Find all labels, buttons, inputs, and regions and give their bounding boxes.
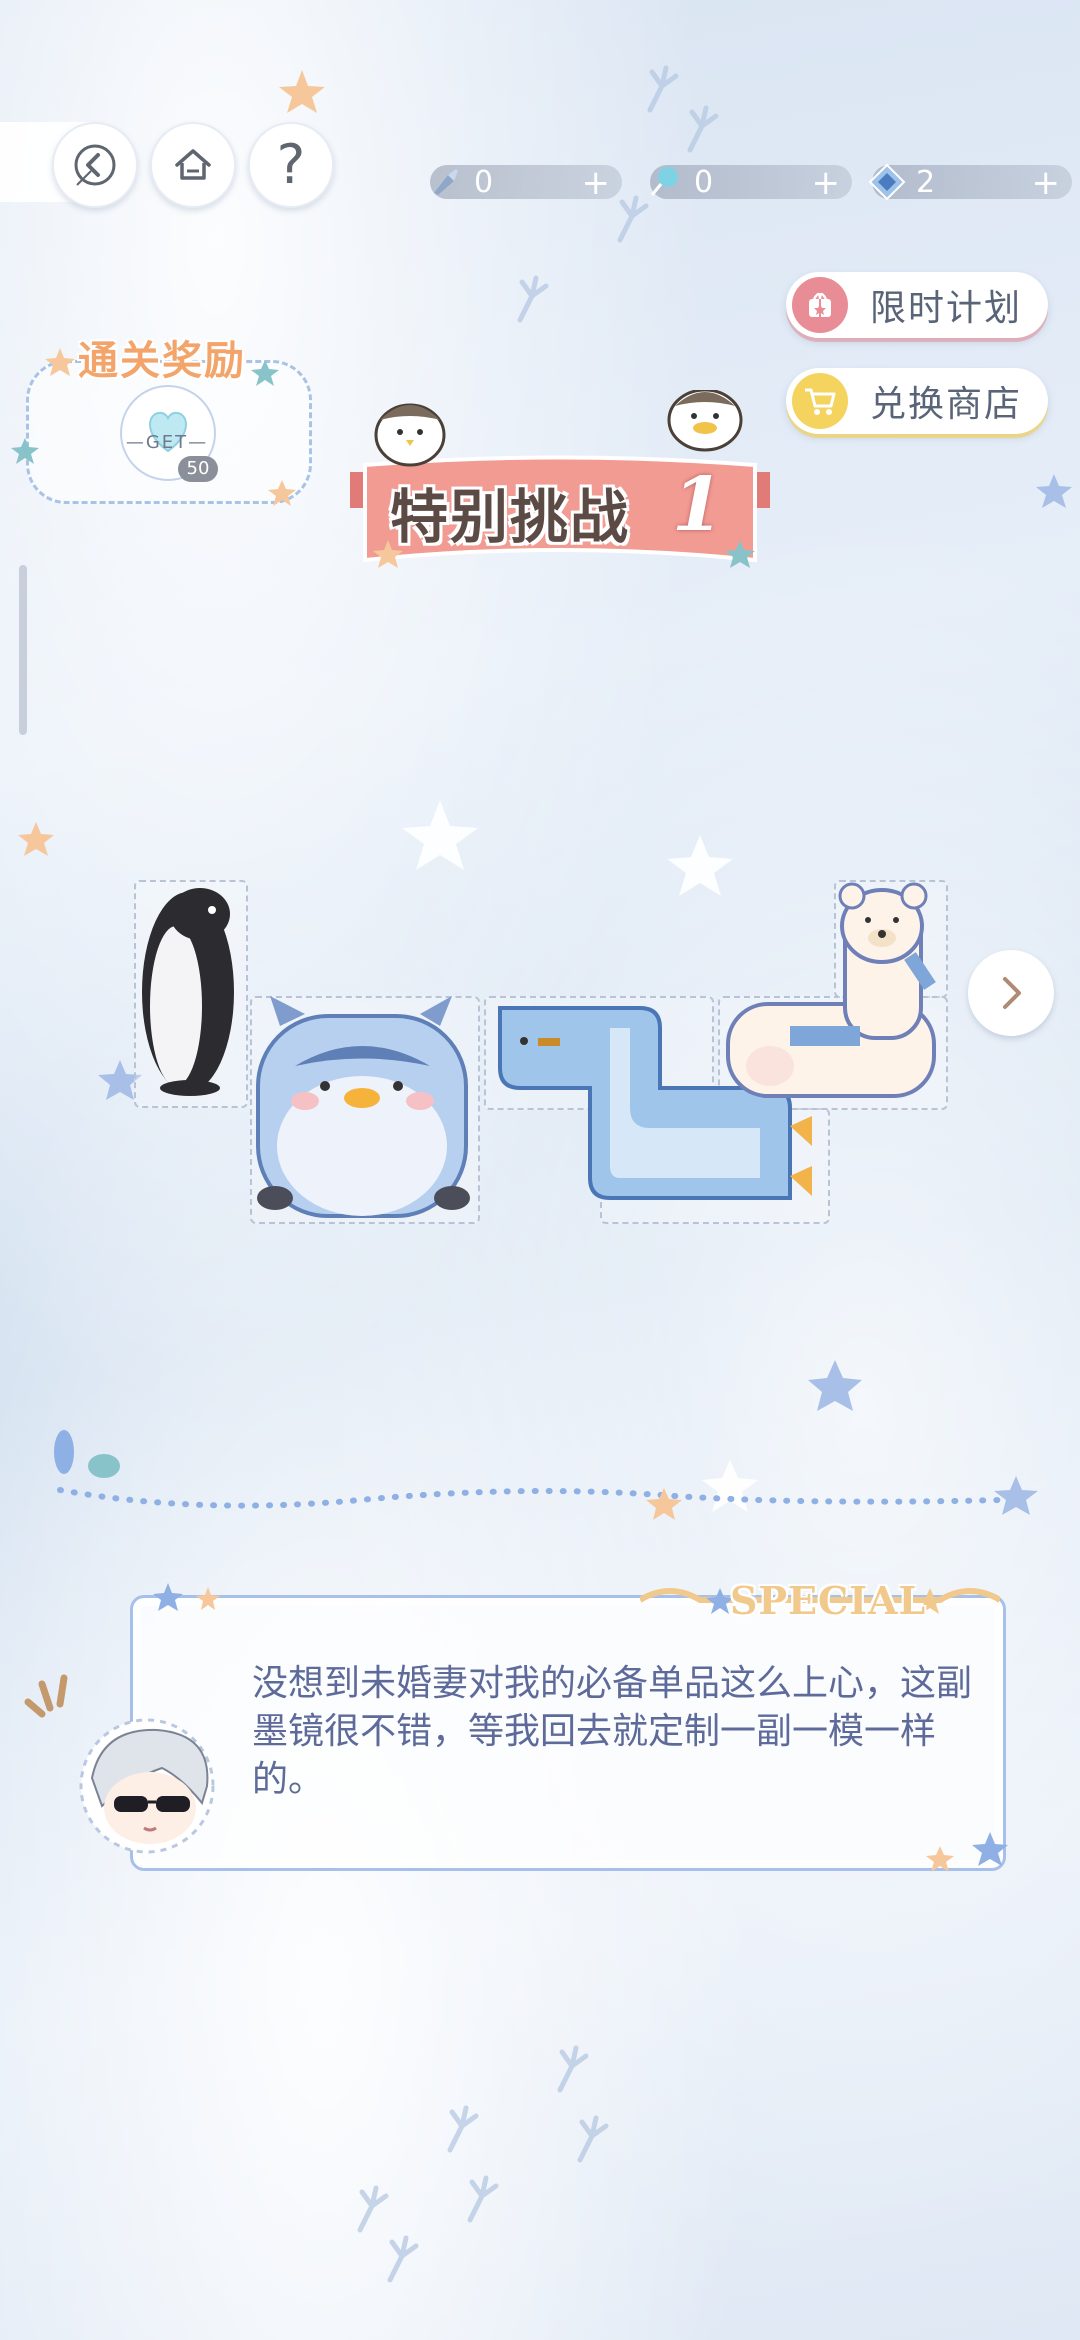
- dialogue-stars-bottom: [926, 1832, 1008, 1872]
- blue-penguin-plush: [256, 996, 470, 1218]
- chick-right: [667, 390, 743, 452]
- special-tag-label: SPECIAL: [730, 1578, 927, 1623]
- currency-crystal[interactable]: 2 +: [868, 163, 1072, 203]
- exclaim-lines-icon: [24, 1674, 68, 1718]
- next-stage-button[interactable]: [968, 950, 1054, 1036]
- currency-brush-value: 0: [474, 164, 494, 200]
- polar-bear-plush: [726, 882, 936, 1098]
- chick-left: [374, 403, 446, 467]
- gift-icon: [792, 277, 848, 333]
- sunglasses-icon: [114, 1796, 148, 1812]
- back-button[interactable]: [52, 122, 138, 208]
- home-icon: [175, 149, 211, 180]
- reward-stars: [11, 348, 296, 506]
- currency-crystal-value: 2: [916, 164, 936, 200]
- chevron-right-icon: [1003, 977, 1021, 1009]
- currency-crystal-plus[interactable]: +: [1032, 163, 1061, 203]
- puzzle-art: [142, 882, 936, 1218]
- limited-plan-button[interactable]: 限时计划: [786, 272, 1048, 338]
- help-button[interactable]: ?: [248, 122, 334, 208]
- side-scrollbar[interactable]: [19, 565, 27, 735]
- currency-lollipop[interactable]: 0 +: [650, 163, 852, 203]
- home-button[interactable]: [150, 122, 236, 208]
- exchange-shop-button[interactable]: 兑换商店: [786, 368, 1048, 434]
- currency-lollipop-plus[interactable]: +: [812, 163, 841, 203]
- limited-plan-label: 限时计划: [870, 288, 1023, 329]
- currency-brush-plus[interactable]: +: [582, 163, 611, 203]
- speaker-avatar[interactable]: [62, 1708, 232, 1858]
- exchange-shop-label: 兑换商店: [870, 384, 1023, 425]
- black-penguin-plush: [142, 888, 234, 1096]
- brush-icon: [426, 163, 464, 201]
- currency-brush[interactable]: 0 +: [430, 163, 622, 203]
- help-icon: ?: [276, 133, 306, 196]
- stage-title: 特别挑战: [390, 483, 631, 551]
- crystal-icon: [868, 163, 906, 201]
- dialogue-stars: [153, 1583, 220, 1611]
- cart-icon: [792, 373, 848, 429]
- currency-lollipop-value: 0: [694, 164, 714, 200]
- stage-number: 1: [672, 462, 724, 548]
- lollipop-icon: [646, 163, 684, 201]
- dialogue-text: 没想到未婚妻对我的必备单品这么上心，这副墨镜很不错，等我回去就定制一副一模一样的…: [252, 1663, 973, 1800]
- back-arrow-icon: [74, 144, 116, 186]
